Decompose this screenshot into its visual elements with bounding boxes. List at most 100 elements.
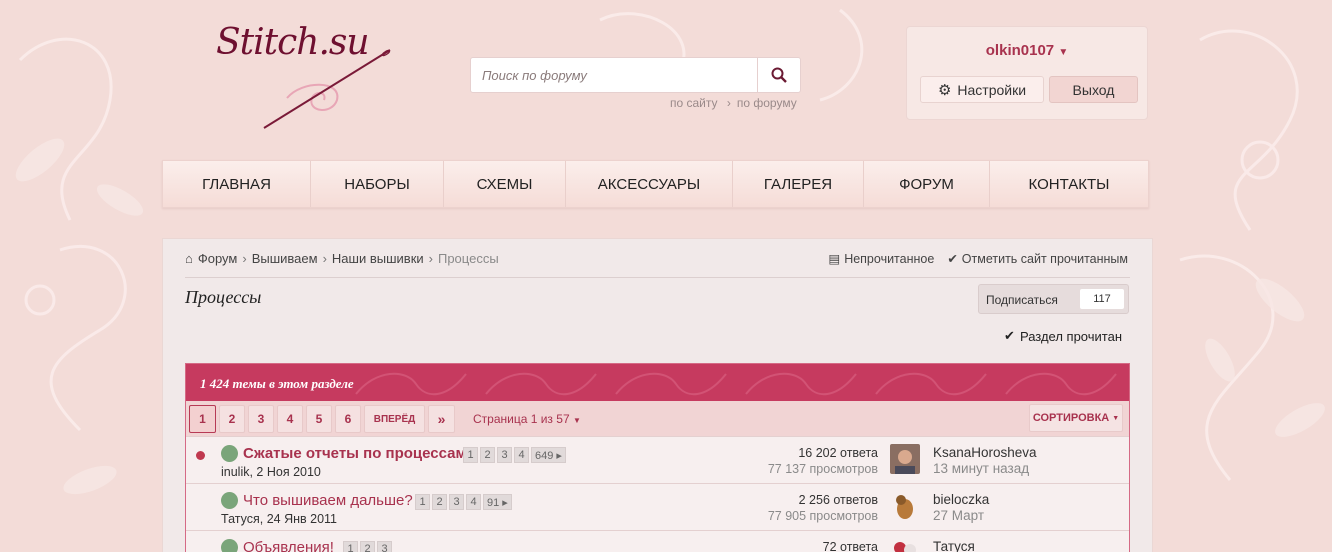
logout-label: Выход (1072, 81, 1115, 98)
thread-page-link[interactable]: 3 (377, 541, 392, 552)
thread-last-post: Татуся (933, 539, 975, 552)
last-post-user[interactable]: KsanaHorosheva (933, 445, 1037, 461)
threads-count-title: 1 424 темы в этом разделе (200, 376, 354, 391)
thread-page-link[interactable]: 3 (449, 494, 464, 510)
mark-section-read[interactable]: ✔ Раздел прочитан (1004, 328, 1122, 344)
last-post-time[interactable]: 27 Март (933, 508, 989, 524)
thread-author-date: Татуся, 24 Янв 2011 (221, 512, 337, 526)
thread-views: 77 905 просмотров (767, 509, 878, 523)
thread-title[interactable]: Что вышиваем дальше? (243, 492, 413, 509)
divider (185, 277, 1130, 278)
page-6-link[interactable]: 6 (335, 405, 361, 433)
thread-page-link[interactable]: 1 (343, 541, 358, 552)
next-page-button[interactable]: ВПЕРЁД (364, 405, 425, 433)
search-button[interactable] (757, 58, 800, 92)
nav-item-gallery[interactable]: ГАЛЕРЕЯ (733, 161, 864, 207)
thread-replies: 72 ответа (822, 540, 878, 552)
page-2-link[interactable]: 2 (219, 405, 245, 433)
gear-icon: ⚙ (937, 81, 952, 99)
last-page-button[interactable]: » (428, 405, 455, 433)
sort-button[interactable]: СОРТИРОВКА ▼ (1029, 404, 1123, 432)
mark-section-read-label: Раздел прочитан (1019, 328, 1122, 344)
thread-replies: 2 256 ответов (798, 493, 878, 507)
thread-pages: 1 2 3 (343, 541, 392, 552)
subscribe-count: 117 (1080, 289, 1124, 309)
mark-site-read-link[interactable]: ✔ Отметить сайт прочитанным (947, 251, 1128, 267)
thread-page-link[interactable]: 4 (514, 447, 529, 463)
search-scope-forum[interactable]: по форуму (737, 96, 797, 110)
thread-page-link[interactable]: 91 ▸ (483, 494, 512, 510)
user-panel: olkin0107 ▼ ⚙ Настройки Выход (906, 26, 1148, 120)
thread-title[interactable]: Сжатые отчеты по процессам (243, 445, 467, 462)
subscribe-button[interactable]: Подписаться 117 (978, 284, 1129, 314)
thread-page-link[interactable]: 2 (432, 494, 447, 510)
username: olkin0107 (985, 42, 1055, 59)
checkmark-icon: ✔ (947, 252, 958, 266)
forum-content: ⌂ Форум › Вышиваем › Наши вышивки › Проц… (162, 238, 1153, 552)
page-jump[interactable]: Страница 1 из 57 ▼ (473, 412, 581, 426)
breadcrumb-forum[interactable]: Форум (198, 251, 238, 266)
pagination: 1 2 3 4 5 6 ВПЕРЁД » Страница 1 из 57 ▼ … (186, 401, 1129, 436)
thread-pages: 1 2 3 4 91 ▸ (415, 494, 512, 510)
thread-row: Объявления! 1 2 3 72 ответа Татуся (186, 530, 1129, 552)
search-scope-site[interactable]: по сайту (670, 96, 718, 110)
thread-page-link[interactable]: 2 (480, 447, 495, 463)
thread-author-date: inulik, 2 Ноя 2010 (221, 465, 321, 479)
main-nav: ГЛАВНАЯ НАБОРЫ СХЕМЫ АКСЕССУАРЫ ГАЛЕРЕЯ … (162, 160, 1149, 208)
page-3-link[interactable]: 3 (248, 405, 274, 433)
thread-page-link[interactable]: 1 (415, 494, 430, 510)
page-4-link[interactable]: 4 (277, 405, 303, 433)
nav-item-patterns[interactable]: СХЕМЫ (444, 161, 566, 207)
settings-label: Настройки (957, 81, 1027, 98)
breadcrumb-our-works[interactable]: Наши вышивки (332, 251, 424, 266)
unread-link[interactable]: ▤ Непрочитанное (828, 251, 935, 267)
thread-last-post: bieloczka 27 Март (933, 492, 989, 524)
page-title: Процессы (185, 287, 262, 307)
last-post-user[interactable]: bieloczka (933, 492, 989, 508)
breadcrumb-current: Процессы (437, 251, 499, 266)
logout-button[interactable]: Выход (1049, 76, 1138, 103)
pin-icon (221, 492, 238, 509)
breadcrumb-embroider[interactable]: Вышиваем (252, 251, 318, 266)
mark-site-read-label: Отметить сайт прочитанным (961, 251, 1128, 266)
breadcrumb-separator: › (428, 251, 433, 266)
thread-title[interactable]: Объявления! (243, 539, 334, 552)
caret-down-icon: ▼ (1058, 47, 1069, 58)
unread-icon: ▤ (828, 252, 841, 266)
page-of-label: Страница 1 из 57 (473, 412, 570, 426)
top-links: ▤ Непрочитанное ✔ Отметить сайт прочитан… (828, 251, 1128, 267)
page-1-link[interactable]: 1 (189, 405, 216, 433)
nav-item-forum[interactable]: ФОРУМ (864, 161, 990, 207)
thread-page-link[interactable]: 2 (360, 541, 375, 552)
subscribe-label: Подписаться (986, 293, 1058, 307)
unread-label: Непрочитанное (844, 251, 935, 266)
sort-label: СОРТИРОВКА (1032, 412, 1110, 424)
breadcrumb-separator: › (322, 251, 327, 266)
nav-item-kits[interactable]: НАБОРЫ (311, 161, 444, 207)
search-input[interactable] (471, 58, 758, 92)
thread-page-link[interactable]: 1 (463, 447, 478, 463)
thread-page-link[interactable]: 3 (497, 447, 512, 463)
search-icon (771, 67, 787, 83)
nav-item-home[interactable]: ГЛАВНАЯ (163, 161, 311, 207)
pin-icon (221, 539, 238, 552)
search-scope-forum-marker: › (726, 96, 731, 110)
settings-button[interactable]: ⚙ Настройки (920, 76, 1044, 103)
page-5-link[interactable]: 5 (306, 405, 332, 433)
avatar[interactable] (890, 538, 920, 552)
site-logo[interactable]: Stitch.su (212, 20, 402, 132)
breadcrumb: ⌂ Форум › Вышиваем › Наши вышивки › Проц… (185, 251, 499, 266)
last-post-time[interactable]: 13 минут назад (933, 461, 1037, 477)
thread-page-link[interactable]: 4 (466, 494, 481, 510)
nav-item-accessories[interactable]: АКСЕССУАРЫ (566, 161, 733, 207)
thread-stats: 72 ответа (823, 539, 878, 552)
threads-header: 1 424 темы в этом разделе (186, 364, 1129, 401)
nav-item-contacts[interactable]: КОНТАКТЫ (990, 161, 1148, 207)
thread-page-link[interactable]: 649 ▸ (531, 447, 566, 463)
thread-row: Что вышиваем дальше? 1 2 3 4 91 ▸ Татуся… (186, 483, 1129, 530)
thread-last-post: KsanaHorosheva 13 минут назад (933, 445, 1037, 477)
username-menu[interactable]: olkin0107 ▼ (907, 42, 1147, 59)
avatar[interactable] (890, 491, 920, 521)
avatar[interactable] (890, 444, 920, 474)
last-post-user[interactable]: Татуся (933, 539, 975, 552)
